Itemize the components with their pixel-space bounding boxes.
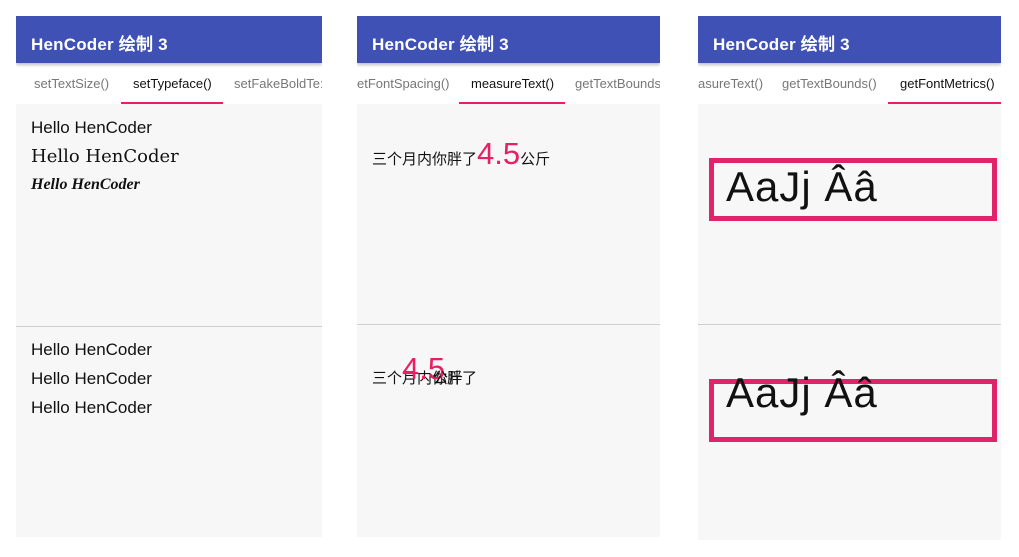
tab-bar: etFontSpacing() measureText() getTextBou… [357, 63, 660, 104]
sample-text-line-1: Hello HenCoder [31, 340, 152, 359]
tab-bar: setTextSize() setTypeface() setFakeBoldT… [16, 63, 322, 104]
sample-text-serif: Hello HenCoder [31, 146, 179, 167]
app-bar: HenCoder 绘制 3 [698, 16, 1001, 63]
bottom-sample-panel: AaJj Ââ [698, 325, 1001, 540]
phone-screen-measuretext: HenCoder 绘制 3 etFontSpacing() measureTex… [357, 16, 660, 537]
tab-gettextbounds[interactable]: getTextBounds [563, 63, 660, 104]
bottom-sample-panel: Hello HenCoder Hello HenCoder Hello HenC… [16, 327, 322, 537]
tab-settextsize[interactable]: setTextSize() [22, 63, 121, 104]
measured-text-row: 三个月内你胖了4.5公斤 [372, 136, 550, 176]
tab-getfontmetrics[interactable]: getFontMetrics() [888, 63, 1001, 104]
phone-screen-typeface: HenCoder 绘制 3 setTextSize() setTypeface(… [16, 16, 322, 537]
app-title: HenCoder 绘制 3 [31, 35, 168, 54]
tab-gettextbounds[interactable]: getTextBounds() [770, 63, 889, 104]
number-highlight: 4.5 [477, 136, 521, 171]
top-sample-panel: AaJj Ââ [698, 104, 1001, 324]
sample-text-default: Hello HenCoder [31, 118, 152, 137]
app-bar: HenCoder 绘制 3 [16, 16, 322, 63]
sample-text-line-2: Hello HenCoder [31, 369, 152, 388]
tab-setfontspacing[interactable]: etFontSpacing() [357, 63, 462, 104]
tab-setfakeboldtext[interactable]: setFakeBoldTe: [222, 63, 322, 104]
app-title: HenCoder 绘制 3 [372, 35, 509, 54]
app-title: HenCoder 绘制 3 [713, 35, 850, 54]
phone-screen-fontmetrics: HenCoder 绘制 3 asureText() getTextBounds(… [698, 16, 1001, 540]
metrics-sample-text: AaJj Ââ [726, 163, 878, 210]
text-suffix-overlapped: 公斤 [433, 370, 464, 387]
tab-bar: asureText() getTextBounds() getFontMetri… [698, 63, 1001, 104]
sample-text-script: Hello HenCoder [31, 176, 140, 193]
text-suffix: 公斤 [520, 151, 551, 168]
tab-measuretext[interactable]: asureText() [698, 63, 775, 104]
app-bar: HenCoder 绘制 3 [357, 16, 660, 63]
text-prefix: 三个月内你胖了 [372, 151, 478, 168]
metrics-sample-text: AaJj Ââ [726, 369, 878, 416]
sample-text-line-3: Hello HenCoder [31, 398, 152, 417]
bottom-sample-panel: 三个月内你胖了 4.5 公斤 [357, 325, 660, 537]
tab-measuretext[interactable]: measureText() [459, 63, 565, 104]
tab-settypeface[interactable]: setTypeface() [121, 63, 223, 104]
top-sample-panel: Hello HenCoder Hello HenCoder Hello HenC… [16, 104, 322, 326]
top-sample-panel: 三个月内你胖了4.5公斤 [357, 104, 660, 324]
